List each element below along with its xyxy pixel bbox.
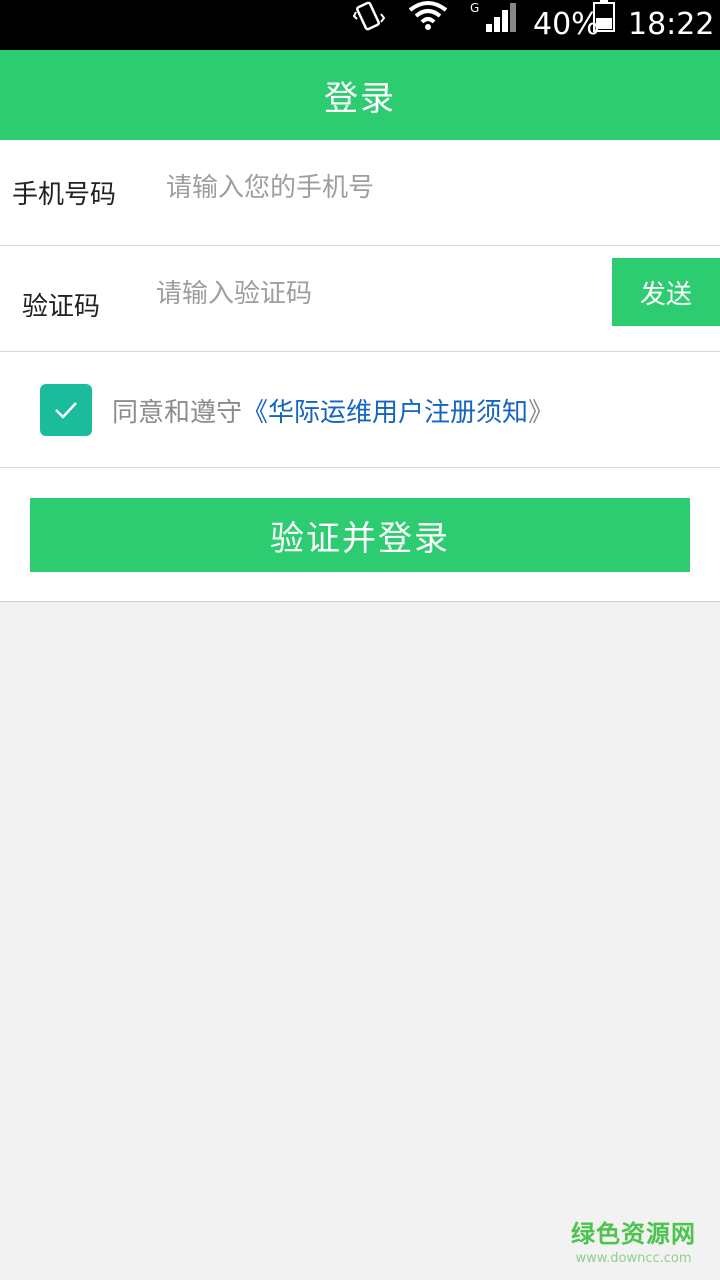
agreement-link[interactable]: 《华际运维用户注册须知: [242, 398, 528, 428]
clock: 18:22: [628, 7, 715, 42]
agree-checkbox[interactable]: [40, 384, 92, 436]
app-bar: 登录: [0, 50, 720, 140]
agreement-text: 同意和遵守《华际运维用户注册须知》: [112, 392, 554, 429]
agreement-row: 同意和遵守《华际运维用户注册须知》: [0, 352, 720, 468]
watermark-title: 绿色资源网: [571, 1220, 696, 1248]
wifi-icon: [408, 0, 448, 34]
signal-icon: G: [470, 0, 520, 38]
watermark-url: www.downcc.com: [575, 1251, 692, 1266]
code-row: 验证码 发送: [0, 246, 720, 352]
phone-label: 手机号码: [12, 180, 117, 210]
watermark: 绿色资源网 www.downcc.com: [571, 1214, 696, 1266]
network-type-label: G: [470, 1, 479, 15]
submit-row: 验证并登录: [0, 468, 720, 602]
verify-login-button[interactable]: 验证并登录: [30, 498, 690, 572]
battery-icon: [593, 0, 615, 36]
check-icon: [55, 402, 77, 419]
status-bar: G 40% 18:22: [0, 0, 720, 50]
send-code-button[interactable]: 发送: [612, 258, 720, 326]
code-input[interactable]: [156, 274, 596, 314]
agreement-prefix: 同意和遵守: [112, 398, 243, 428]
page-title: 登录: [324, 78, 396, 119]
phone-input[interactable]: [166, 168, 686, 208]
battery-percentage: 40%: [533, 7, 600, 42]
phone-row: 手机号码: [0, 140, 720, 246]
code-label: 验证码: [22, 292, 101, 322]
vibrate-icon: [352, 0, 386, 38]
agreement-suffix: 》: [528, 398, 555, 428]
login-form: 手机号码 验证码 发送 同意和遵守《华际运维用户注册须知》 验证并登录: [0, 140, 720, 602]
